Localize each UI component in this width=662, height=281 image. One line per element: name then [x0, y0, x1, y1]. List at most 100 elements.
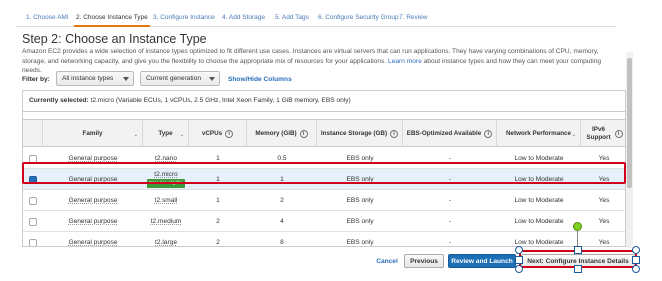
tab-add-tags[interactable]: 5. Add Tags — [275, 14, 309, 21]
cell-content: Low to Moderate — [514, 239, 563, 246]
cell-content: General purpose — [68, 239, 117, 246]
cell-vcpus-value: 1 — [216, 155, 220, 162]
cell-storage-value: EBS only — [346, 239, 374, 246]
cell-ebs-opt: - — [403, 211, 497, 232]
cell-content: EBS only — [346, 239, 373, 246]
resize-handle-bottom-right[interactable] — [632, 265, 640, 273]
cell-storage: EBS only — [317, 148, 403, 169]
cell-type-value: t2.nano — [155, 155, 177, 162]
resize-handle-right[interactable] — [632, 256, 640, 264]
tab-add-storage[interactable]: 4. Add Storage — [222, 14, 265, 21]
tab-choose-instance-type[interactable]: 2. Choose Instance Type — [74, 14, 150, 27]
header-family[interactable]: Family ⌄ — [43, 120, 143, 147]
cell-content: - — [449, 176, 451, 183]
cell-content: t2.medium — [151, 218, 182, 225]
cell-ipv6-value: Yes — [598, 176, 610, 183]
header-type[interactable]: Type ⌄ — [143, 120, 189, 147]
cell-content: 2 — [216, 239, 220, 246]
cell-content: 1 — [216, 197, 220, 204]
cell-memory-value: 0.5 — [277, 155, 287, 162]
learn-more-link[interactable]: Learn more — [388, 58, 422, 65]
cell-storage-value: EBS only — [346, 197, 374, 204]
cell-type-value: t2.large — [155, 239, 177, 246]
header-network-performance-label: Network Performance — [505, 129, 572, 137]
cell-memory-value: 1 — [280, 176, 284, 183]
cell-vcpus-value: 2 — [216, 239, 220, 246]
header-memory[interactable]: Memory (GiB) i — [247, 120, 317, 147]
info-icon[interactable]: i — [225, 129, 234, 138]
resize-handle-top-right[interactable] — [632, 246, 640, 254]
cell-content: 1 — [216, 176, 220, 183]
cell-ipv6: Yes — [581, 148, 625, 169]
header-instance-storage[interactable]: Instance Storage (GB) i — [317, 120, 403, 147]
info-icon[interactable]: i — [614, 129, 623, 138]
rotation-handle[interactable] — [573, 222, 582, 231]
row-select-checkbox[interactable] — [29, 217, 37, 226]
tab-choose-ami[interactable]: 1. Choose AMI — [26, 14, 69, 21]
resize-handle-top-left[interactable] — [515, 246, 523, 254]
cell-memory: 1 — [247, 169, 317, 190]
header-vcpus[interactable]: vCPUs i — [189, 120, 247, 147]
previous-button[interactable]: Previous — [404, 254, 444, 268]
cell-content: EBS only — [346, 176, 373, 183]
sort-icon: ⌄ — [571, 132, 576, 138]
currently-selected: Currently selected: t2.micro (Variable E… — [23, 91, 625, 112]
row-select-cell — [23, 211, 43, 232]
cell-content: - — [449, 155, 451, 162]
row-select-checkbox[interactable] — [29, 175, 37, 184]
cell-storage: EBS only — [317, 211, 403, 232]
instance-types-table: Currently selected: t2.micro (Variable E… — [22, 90, 626, 247]
cell-content: EBS only — [346, 218, 373, 225]
cell-content: 4 — [280, 218, 284, 225]
generation-filter-select[interactable]: Current generation — [140, 71, 220, 86]
cell-vcpus-value: 1 — [216, 197, 220, 204]
sort-icon: ⌄ — [179, 132, 184, 138]
table-scrollbar-thumb[interactable] — [627, 58, 632, 188]
cell-ebs-opt: - — [403, 148, 497, 169]
cell-network-value: Low to Moderate — [514, 155, 564, 162]
table-row[interactable]: General purpose t2.small 1 2 EBS only - Low to… — [23, 190, 625, 211]
cancel-button[interactable]: Cancel — [372, 254, 402, 268]
tab-configure-instance[interactable]: 3. Configure Instance — [153, 14, 215, 21]
cell-content: General purpose — [68, 176, 117, 183]
cell-type-value: t2.micro — [154, 171, 178, 178]
row-select-checkbox[interactable] — [29, 196, 37, 205]
cell-ipv6-value: Yes — [598, 239, 610, 246]
cell-content: Yes — [599, 197, 610, 204]
table-row[interactable]: General purpose t2.large 2 8 EBS only - Low to… — [23, 232, 625, 246]
table-row[interactable]: General purpose t2.nano 1 0.5 EBS only - Low t… — [23, 148, 625, 169]
cell-memory: 0.5 — [247, 148, 317, 169]
resize-handle-left[interactable] — [515, 256, 523, 264]
cell-storage: EBS only — [317, 232, 403, 246]
row-select-checkbox[interactable] — [29, 154, 37, 163]
cell-content: Yes — [599, 176, 610, 183]
cell-type: t2.large — [143, 232, 189, 246]
tab-configure-security-group[interactable]: 6. Configure Security Group — [318, 14, 399, 21]
table-row[interactable]: General purpose t2.micro Free tier eligibl… — [23, 169, 625, 190]
header-ipv6[interactable]: IPv6 Support i — [581, 120, 625, 147]
info-icon[interactable]: i — [390, 129, 399, 138]
review-and-launch-button[interactable]: Review and Launch — [448, 254, 516, 268]
row-select-checkbox[interactable] — [29, 238, 37, 246]
resize-handle-top[interactable] — [574, 246, 582, 254]
header-ebs-optimized[interactable]: EBS-Optimized Available i — [403, 120, 497, 147]
show-hide-columns-link[interactable]: Show/Hide Columns — [228, 76, 292, 83]
header-network-performance[interactable]: Network Performance ⌄ — [497, 120, 581, 147]
cell-ebs-opt: - — [403, 190, 497, 211]
resize-handle-bottom-left[interactable] — [515, 265, 523, 273]
header-select — [23, 120, 43, 147]
instance-type-filter-select[interactable]: All instance types — [56, 71, 134, 86]
cell-network-value: Low to Moderate — [514, 176, 564, 183]
table-row[interactable]: General purpose t2.medium 2 4 EBS only - Low t… — [23, 211, 625, 232]
cell-storage: EBS only — [317, 190, 403, 211]
tab-review[interactable]: 7. Review — [399, 14, 428, 21]
info-icon[interactable]: i — [299, 129, 308, 138]
info-icon[interactable]: i — [484, 129, 493, 138]
cell-network: Low to Moderate — [497, 148, 581, 169]
cell-ebs-opt-value: - — [448, 239, 452, 246]
cell-content: 0.5 — [277, 155, 286, 162]
chevron-down-icon — [209, 77, 215, 81]
resize-handle-bottom[interactable] — [574, 265, 582, 273]
cell-family: General purpose — [43, 232, 143, 246]
cell-vcpus: 1 — [189, 148, 247, 169]
